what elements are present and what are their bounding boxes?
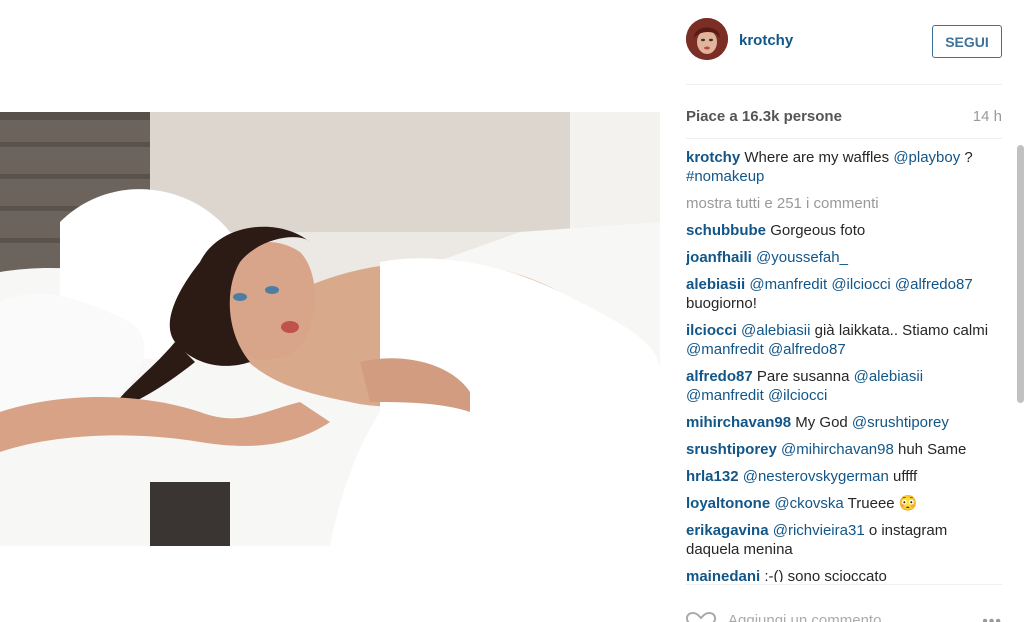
mention-link[interactable]: @alfredo87 xyxy=(768,341,846,358)
mention-link[interactable]: @alebiasii xyxy=(854,368,923,385)
comment-item: loyaltonone @ckovska Trueee 😳 xyxy=(686,494,1002,513)
comment-text: buogiorno! xyxy=(686,295,757,312)
comment-text: Trueee 😳 xyxy=(843,495,918,512)
photo-illustration xyxy=(0,112,660,546)
comment-username[interactable]: hrla132 xyxy=(686,468,739,485)
comment-username[interactable]: mihirchavan98 xyxy=(686,414,791,431)
comment-item: mihirchavan98 My God @srushtiporey xyxy=(686,413,1002,432)
mention-link[interactable]: @ckovska xyxy=(774,495,843,512)
comments-scrollbar[interactable] xyxy=(1016,143,1026,583)
show-all-comments-link[interactable]: mostra tutti e 251 i commenti xyxy=(686,194,1002,213)
post-time[interactable]: 14 h xyxy=(973,108,1002,125)
heart-icon[interactable] xyxy=(686,611,716,622)
comment-text: Gorgeous foto xyxy=(770,222,866,239)
comments-list: krotchy Where are my waffles @playboy ? … xyxy=(686,148,1002,582)
comment-item: ilciocci @alebiasii già laikkata.. Stiam… xyxy=(686,321,1002,359)
comment-item: joanfhaili @youssefah_ xyxy=(686,248,1002,267)
caption: krotchy Where are my waffles @playboy ? … xyxy=(686,148,1002,186)
comment-item: hrla132 @nesterovskygerman uffff xyxy=(686,467,1002,486)
comment-item: mainedani :-() sono scioccato xyxy=(686,567,1002,582)
comment-username[interactable]: srushtiporey xyxy=(686,441,777,458)
comment-username[interactable]: krotchy xyxy=(686,149,740,166)
comment-item: srushtiporey @mihirchavan98 huh Same xyxy=(686,440,1002,459)
post-footer: Aggiungi un commento... ••• xyxy=(686,584,1002,622)
comment-username[interactable]: loyaltonone xyxy=(686,495,770,512)
post-header: krotchy SEGUI xyxy=(686,18,1002,64)
comment-text: My God xyxy=(795,414,852,431)
likes-count[interactable]: Piace a 16.3k persone xyxy=(686,108,842,125)
mention-link[interactable]: @manfredit xyxy=(749,276,827,293)
follow-button[interactable]: SEGUI xyxy=(932,25,1002,58)
likes-divider xyxy=(686,138,1002,139)
comment-item: alfredo87 Pare susanna @alebiasii @manfr… xyxy=(686,367,1002,405)
mention-link[interactable]: @srushtiporey xyxy=(852,414,949,431)
mention-link[interactable]: @alebiasii xyxy=(741,322,810,339)
post-photo[interactable] xyxy=(0,112,660,546)
comment-item: erikagavina @richvieira31 o instagram da… xyxy=(686,521,1002,559)
comment-text: :-() sono scioccato xyxy=(764,568,887,582)
mention-link[interactable]: @ilciocci xyxy=(768,387,827,404)
comment-username[interactable]: alebiasii xyxy=(686,276,745,293)
hashtag-link[interactable]: #nomakeup xyxy=(686,168,764,185)
comment-text: Pare susanna xyxy=(756,368,854,385)
mention-link[interactable]: @youssefah_ xyxy=(756,249,848,266)
comment-text: uffff xyxy=(888,468,918,485)
comment-text: huh Same xyxy=(893,441,967,458)
add-comment-input[interactable]: Aggiungi un commento... xyxy=(728,612,894,622)
mention-link[interactable]: @mihirchavan98 xyxy=(781,441,894,458)
scrollbar-thumb[interactable] xyxy=(1017,145,1024,403)
mention-link[interactable]: @manfredit xyxy=(686,341,764,358)
header-divider xyxy=(686,84,1002,85)
post-sidebar: krotchy SEGUI Piace a 16.3k persone 14 h… xyxy=(686,0,1002,622)
mention-link[interactable]: @ilciocci xyxy=(831,276,890,293)
comment-username[interactable]: alfredo87 xyxy=(686,368,753,385)
comment-item: schubbube Gorgeous foto xyxy=(686,221,1002,240)
photo-area xyxy=(0,0,660,622)
mention-link[interactable]: @nesterovskygerman xyxy=(743,468,889,485)
comment-username[interactable]: ilciocci xyxy=(686,322,737,339)
mention-link[interactable]: @richvieira31 xyxy=(773,522,865,539)
comment-text: già laikkata.. Stiamo calmi xyxy=(810,322,989,339)
comment-text: ? xyxy=(960,149,973,166)
post-username[interactable]: krotchy xyxy=(739,32,793,49)
avatar-image xyxy=(686,18,728,60)
comment-text: Where are my waffles xyxy=(744,149,894,166)
comment-username[interactable]: mainedani xyxy=(686,568,760,582)
mention-link[interactable]: @alfredo87 xyxy=(895,276,973,293)
avatar[interactable] xyxy=(686,18,728,60)
more-options-icon[interactable]: ••• xyxy=(982,613,1002,622)
comment-item: alebiasii @manfredit @ilciocci @alfredo8… xyxy=(686,275,1002,313)
comment-username[interactable]: schubbube xyxy=(686,222,766,239)
mention-link[interactable]: @playboy xyxy=(893,149,960,166)
mention-link[interactable]: @manfredit xyxy=(686,387,764,404)
comment-username[interactable]: erikagavina xyxy=(686,522,769,539)
comment-username[interactable]: joanfhaili xyxy=(686,249,752,266)
